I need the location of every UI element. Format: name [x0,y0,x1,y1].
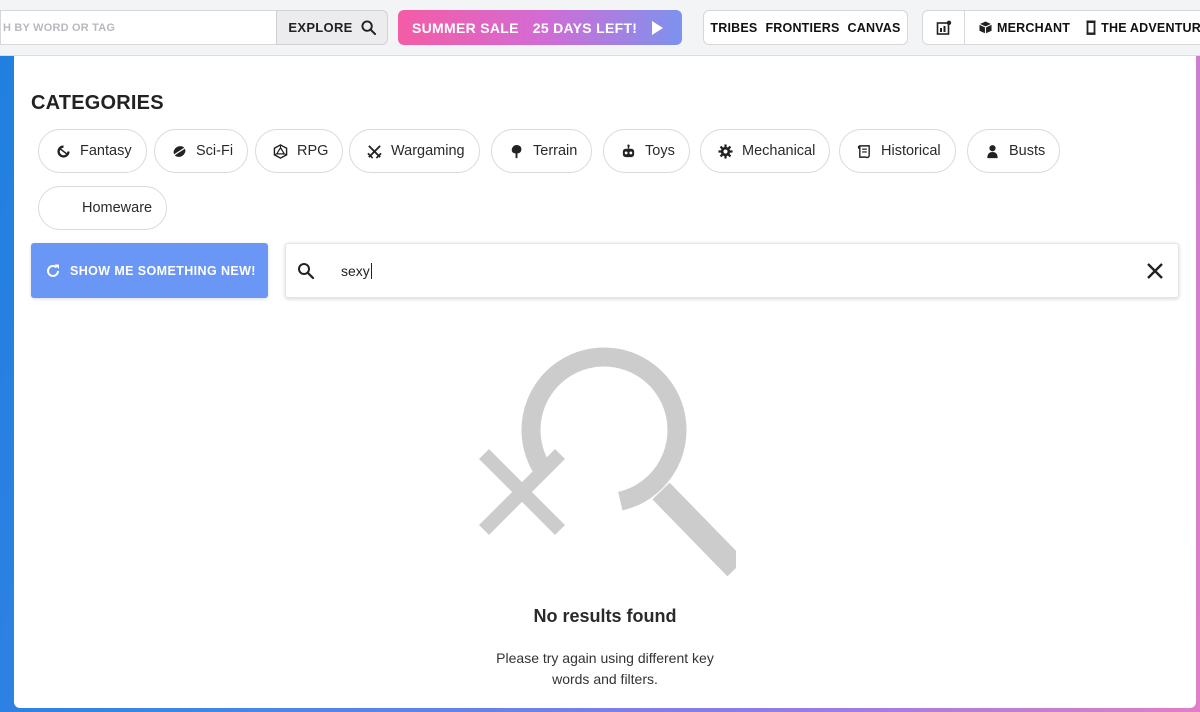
category-label: Homeware [82,200,153,216]
category-mechanical[interactable]: Mechanical [700,129,831,173]
close-icon[interactable] [1146,262,1164,280]
adventure-label: THE ADVENTURE [1101,20,1200,35]
category-wargaming[interactable]: Wargaming [349,129,480,173]
gear-icon [718,143,733,159]
robot-icon [621,143,636,159]
play-icon [652,20,664,35]
tree-icon [509,144,524,159]
bust-icon [985,144,1000,159]
merchant-label: MERCHANT [997,20,1071,35]
category-historical[interactable]: Historical [839,129,956,173]
main-content: CATEGORIES Fantasy Sci-Fi RPG Wargaming … [14,56,1196,708]
category-label: Mechanical [742,143,816,159]
scifi-icon [172,144,187,159]
sale-countdown: 25 DAYS LEFT! [532,19,638,36]
search-query[interactable]: sexy [341,262,372,279]
category-label: Toys [645,143,675,159]
category-label: RPG [297,143,329,159]
store-nav: MERCHANT THE ADVENTURE [922,10,1200,45]
category-label: Sci-Fi [196,143,234,159]
category-rpg[interactable]: RPG [255,129,344,173]
explore-button[interactable]: EXPLORE [276,10,388,45]
sale-label: SUMMER SALE [412,19,519,36]
category-fantasy[interactable]: Fantasy [38,129,147,173]
category-terrain[interactable]: Terrain [491,129,593,173]
explore-label: EXPLORE [288,20,353,35]
search-input[interactable]: sexy [285,243,1179,298]
tag-search-input[interactable] [3,21,278,34]
categories-title: CATEGORIES [31,92,164,114]
show-me-something-new-button[interactable]: SHOW ME SOMETHING NEW! [31,243,268,298]
adventure-link[interactable]: THE ADVENTURE [1086,20,1200,35]
dashboard-icon[interactable] [936,20,952,36]
merchant-link[interactable]: MERCHANT [979,21,1070,35]
category-homeware[interactable]: Homeware [38,186,168,230]
nav-canvas[interactable]: CANVAS [848,21,901,35]
scroll-icon [857,144,872,159]
category-label: Fantasy [80,143,132,159]
no-results-title: No results found [533,606,677,626]
tower-icon [1086,20,1096,35]
nav-tribes[interactable]: TRIBES [710,21,757,35]
fantasy-icon [56,144,71,159]
community-nav: TRIBES FRONTIERS CANVAS [703,10,908,45]
show-new-label: SHOW ME SOMETHING NEW! [70,263,256,278]
summer-sale-banner[interactable]: SUMMER SALE 25 DAYS LEFT! [398,10,682,45]
top-bar: EXPLORE SUMMER SALE 25 DAYS LEFT! TRIBES… [0,0,1200,56]
category-label: Terrain [533,143,578,159]
homeware-icon [58,201,73,216]
d20-icon [273,143,288,159]
box-icon [979,21,992,34]
tag-search-field[interactable] [0,10,278,45]
search-icon [361,20,376,35]
category-label: Wargaming [391,143,465,159]
category-label: Historical [881,143,941,159]
category-toys[interactable]: Toys [603,129,690,173]
nav-frontiers[interactable]: FRONTIERS [765,21,839,35]
category-busts[interactable]: Busts [967,129,1061,173]
search-icon [298,262,315,279]
refresh-icon [47,264,59,277]
no-results-icon [479,347,736,576]
no-results-hint: Please try again using different key wor… [496,650,714,687]
category-scifi[interactable]: Sci-Fi [154,129,249,173]
category-label: Busts [1009,143,1046,159]
crossed-swords-icon [367,144,382,159]
